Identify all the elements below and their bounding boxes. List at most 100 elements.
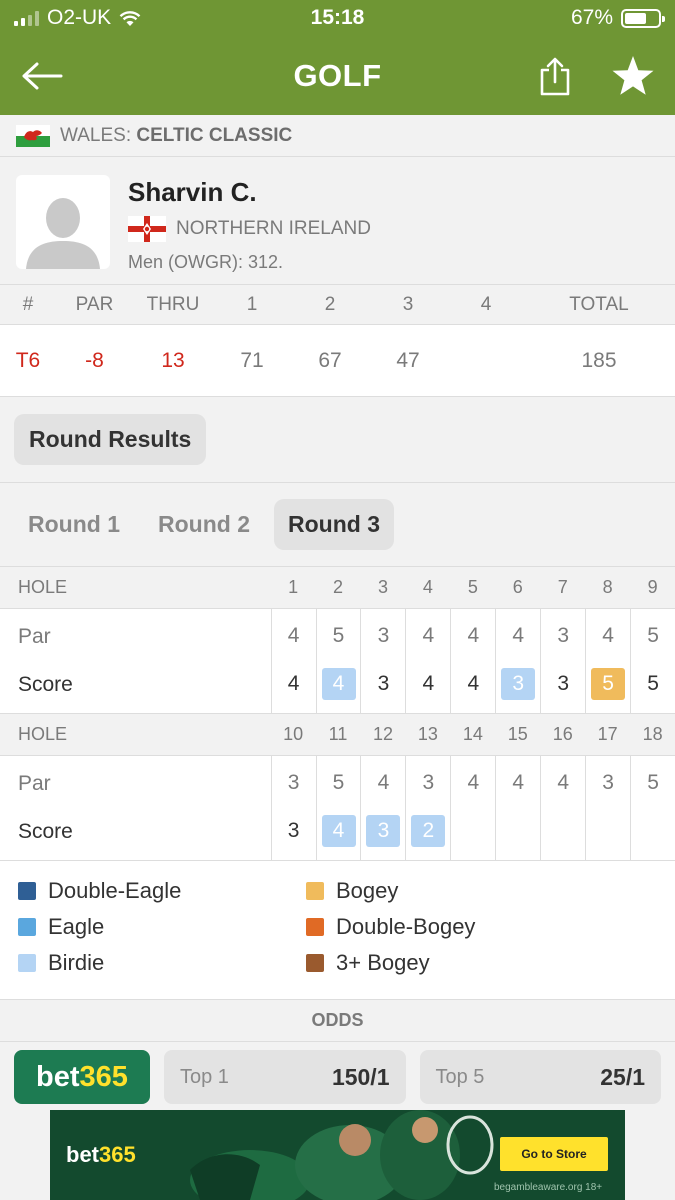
legend-swatch: [306, 953, 324, 972]
hole-header-front: HOLE 1 2 3 4 5 6 7 8 9: [0, 567, 675, 609]
round-results-button[interactable]: Round Results: [14, 414, 207, 465]
northern-ireland-flag-icon: [128, 216, 166, 242]
sb-head-4: 2: [324, 293, 336, 315]
hole-column: 54: [315, 756, 361, 860]
hole-par: 4: [422, 624, 435, 647]
status-left: O2-UK: [14, 6, 141, 30]
favorite-button[interactable]: [607, 50, 659, 102]
legend-label: Double-Eagle: [48, 877, 182, 903]
legend-label: Bogey: [336, 877, 399, 903]
back-button[interactable]: [16, 50, 68, 102]
sb-head-1: PAR: [75, 293, 114, 315]
odds-top1-value: 150/1: [331, 1063, 390, 1090]
hole-par: 5: [647, 624, 659, 647]
hole-column: 44: [450, 609, 495, 713]
odds-top1[interactable]: Top 1 150/1: [164, 1050, 406, 1104]
hole-column: 55: [630, 609, 675, 713]
go-to-store-button[interactable]: Go to Store: [500, 1137, 608, 1171]
wales-flag-icon: [16, 124, 50, 147]
hole-column: 32: [405, 756, 450, 860]
hole-column: 44: [405, 609, 450, 713]
hole-number: 16: [552, 724, 573, 744]
star-icon: [612, 55, 654, 95]
bookmaker-logo[interactable]: bet 365: [14, 1050, 150, 1104]
hole-column: 43: [495, 609, 540, 713]
share-icon: [540, 57, 570, 95]
hole-number: 14: [462, 724, 483, 744]
hole-number: 15: [507, 724, 528, 744]
hole-header-label: HOLE: [18, 577, 68, 597]
legend-label: Double-Bogey: [336, 913, 476, 939]
hole-number: 4: [422, 577, 433, 597]
legend-swatch: [306, 917, 324, 936]
hole-column: 33: [540, 609, 585, 713]
legend-swatch: [18, 953, 36, 972]
legend-item: 3+ Bogey: [306, 949, 594, 975]
scoreboard-header: # PAR THRU 1 2 3 4 TOTAL: [0, 285, 675, 325]
hole-column: 45: [585, 609, 630, 713]
hole-number: 18: [642, 724, 663, 744]
sb-head-2: THRU: [146, 293, 200, 315]
hole-par: 4: [467, 771, 480, 794]
legend-item: Double-Eagle: [18, 877, 306, 903]
hole-header-label: HOLE: [18, 724, 68, 744]
hole-par: 5: [332, 771, 345, 794]
sb-row-3: 71: [240, 348, 264, 372]
sb-row-2: 13: [161, 348, 185, 372]
hole-score: 4: [321, 668, 356, 700]
score-label: Score: [18, 673, 73, 696]
hole-score: 3: [366, 815, 401, 847]
legend-column-left: Double-Eagle Eagle Birdie: [18, 877, 306, 999]
share-button[interactable]: [529, 50, 581, 102]
gamble-aware-text: begambleaware.org 18+: [494, 1182, 603, 1193]
hole-column: 5: [630, 756, 675, 860]
tournament-header[interactable]: WALES: CELTIC CLASSIC: [0, 115, 675, 157]
tab-round-2[interactable]: Round 2: [144, 499, 264, 550]
hole-score: [456, 815, 490, 847]
avatar: [16, 175, 110, 269]
hole-score: 4: [287, 672, 300, 695]
sb-head-3: 1: [246, 293, 258, 315]
odds-header: ODDS: [0, 1000, 675, 1042]
odds-top5-label: Top 5: [435, 1065, 485, 1088]
battery-fill: [625, 12, 647, 24]
round-results-section: Round Results: [0, 397, 675, 483]
hole-par: 4: [512, 624, 525, 647]
hole-score: 2: [411, 815, 446, 847]
hole-score: 4: [467, 672, 480, 695]
tab-round-1[interactable]: Round 1: [14, 499, 134, 550]
hole-number: 7: [557, 577, 568, 597]
banner-logo-number: 365: [99, 1142, 136, 1167]
hole-column: 54: [315, 609, 361, 713]
scoreboard-row: T6 -8 13 71 67 47 185: [0, 325, 675, 397]
hole-par: 4: [602, 624, 614, 647]
hole-par: 5: [332, 624, 345, 647]
sb-head-6: 4: [480, 293, 492, 315]
odds-top5[interactable]: Top 5 25/1: [419, 1050, 661, 1104]
hole-par: 5: [647, 771, 659, 794]
hole-column: 4: [540, 756, 585, 860]
hole-par: 4: [377, 771, 390, 794]
legend-item: Double-Bogey: [306, 913, 594, 939]
ad-banner[interactable]: bet365 Go to Store begambleaware.org 18+: [50, 1110, 625, 1200]
wifi-icon: [119, 10, 141, 26]
legend-item: Eagle: [18, 914, 306, 939]
nav-bar: GOLF: [0, 36, 675, 115]
hole-score: 4: [422, 672, 435, 695]
score-legend: Double-Eagle Eagle Birdie Bogey Double-Boge…: [0, 861, 675, 1000]
status-bar: O2-UK 15:18 67%: [0, 0, 675, 36]
banner-logo-text: bet: [66, 1142, 99, 1167]
tab-round-3[interactable]: Round 3: [274, 499, 394, 550]
hole-score: 4: [321, 815, 356, 847]
bookmaker-logo-text: bet: [36, 1060, 80, 1093]
hole-scores-front: Par Score 4 4 5 4 3 3 4 4 4 4 4 3 3 3 4 5 5 5: [0, 609, 675, 714]
par-label: Par: [18, 625, 51, 648]
hole-column: 3: [585, 756, 630, 860]
hole-number: 12: [372, 724, 393, 744]
hole-par: 3: [602, 771, 614, 794]
status-right: 67%: [571, 6, 665, 30]
hole-number: 8: [602, 577, 613, 597]
hole-number: 17: [597, 724, 618, 744]
hole-row-labels: Par Score: [0, 756, 271, 860]
legend-label: 3+ Bogey: [336, 949, 430, 975]
